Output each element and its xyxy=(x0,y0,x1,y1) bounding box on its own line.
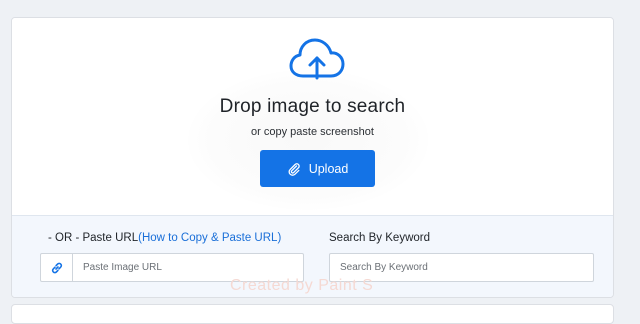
url-keyword-section: - OR - Paste URL(How to Copy & Paste URL… xyxy=(12,215,613,297)
paste-url-label-text: - OR - Paste URL xyxy=(48,232,139,244)
cloud-upload-icon xyxy=(289,38,345,80)
how-to-copy-paste-url-link[interactable]: (How to Copy & Paste URL) xyxy=(138,232,281,244)
upload-button[interactable]: Upload xyxy=(260,150,375,187)
drop-subtitle: or copy paste screenshot xyxy=(251,126,374,138)
link-icon xyxy=(51,262,62,273)
search-by-keyword-label: Search By Keyword xyxy=(329,232,430,244)
watermark-text: Created by Paint S xyxy=(230,277,374,294)
paperclip-icon xyxy=(288,162,300,176)
image-drop-zone[interactable]: Drop image to search or copy paste scree… xyxy=(12,18,613,215)
watermark-graphic xyxy=(188,70,428,210)
image-search-card: Drop image to search or copy paste scree… xyxy=(11,17,614,298)
link-button[interactable] xyxy=(41,254,73,281)
upload-label: Upload xyxy=(308,161,349,176)
paste-url-label: - OR - Paste URL(How to Copy & Paste URL… xyxy=(48,232,281,244)
drop-title: Drop image to search xyxy=(219,96,406,117)
next-card-edge xyxy=(11,304,614,324)
